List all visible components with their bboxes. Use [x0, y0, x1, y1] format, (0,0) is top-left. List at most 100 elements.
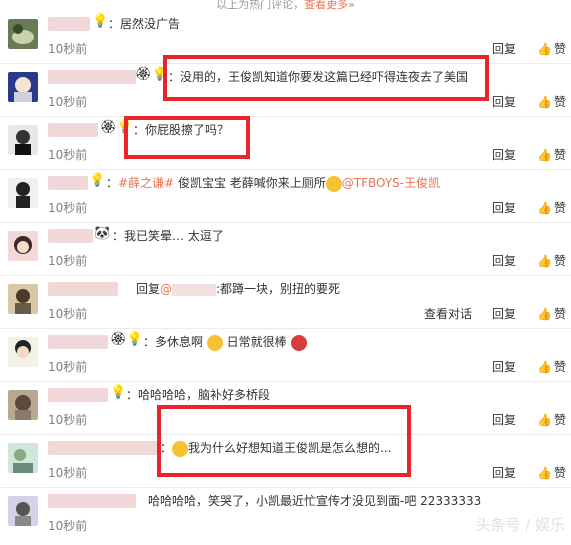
comment-body: ：多休息啊: [143, 335, 204, 349]
reply-button[interactable]: 回复: [492, 305, 516, 322]
like-label: 赞: [553, 413, 566, 427]
reply-button[interactable]: 回复: [492, 358, 516, 375]
like-label: 赞: [553, 254, 566, 268]
comment-text: ：多休息啊 日常就很棒: [143, 334, 307, 351]
like-button[interactable]: 👍 赞: [537, 358, 566, 375]
like-label: 赞: [553, 95, 566, 109]
comment-row: 💡 ：#薛之谦# 俊凯宝宝 老薛喊你来上厕所 @TFBOYS-王俊凯 10秒前 回…: [0, 169, 571, 223]
view-conversation-button[interactable]: 查看对话: [424, 305, 472, 322]
comment-body-2: 日常就很棒: [226, 335, 287, 349]
like-label: 赞: [553, 466, 566, 480]
username[interactable]: [48, 176, 88, 190]
rank-badge-icon: 🏵💡: [110, 332, 143, 347]
dog-emoji-icon: [290, 334, 307, 351]
like-label: 赞: [553, 360, 566, 374]
avatar[interactable]: [8, 337, 38, 367]
reply-button[interactable]: 回复: [492, 146, 516, 163]
highlight-box: [157, 405, 411, 477]
comment-text: ：居然没广告: [108, 17, 181, 31]
like-label: 赞: [553, 42, 566, 56]
thumbs-up-icon: 👍: [537, 42, 552, 56]
thumbs-up-icon: 👍: [537, 466, 552, 480]
comment-body: 俊凯宝宝 老薛喊你来上厕所: [174, 176, 326, 190]
timestamp: 10秒前: [48, 201, 88, 215]
username[interactable]: [48, 388, 108, 402]
avatar[interactable]: [8, 125, 38, 155]
timestamp: 10秒前: [48, 519, 88, 533]
like-button[interactable]: 👍 赞: [537, 40, 566, 57]
avatar[interactable]: [8, 284, 38, 314]
like-label: 赞: [553, 148, 566, 162]
username[interactable]: [48, 494, 136, 508]
avatar[interactable]: [8, 390, 38, 420]
comment-row: 回复@:都蹲一块，别扭的要死 10秒前 查看对话 回复 👍 赞: [0, 275, 571, 329]
comment-text: ：我已笑晕… 太逗了: [112, 229, 224, 243]
like-button[interactable]: 👍 赞: [537, 199, 566, 216]
reply-button[interactable]: 回复: [492, 252, 516, 269]
highlight-box: [124, 116, 250, 159]
username[interactable]: [48, 335, 108, 349]
lightbulb-icon: 💡: [92, 14, 109, 29]
redacted-username: [172, 283, 217, 296]
thumbs-up-icon: 👍: [537, 360, 552, 374]
username[interactable]: [48, 70, 136, 84]
avatar[interactable]: [8, 19, 38, 49]
highlight-box: [163, 55, 489, 101]
hashtag-link[interactable]: #薛之谦#: [118, 176, 174, 190]
like-button[interactable]: 👍 赞: [537, 464, 566, 481]
like-button[interactable]: 👍 赞: [537, 252, 566, 269]
like-button[interactable]: 👍 赞: [537, 411, 566, 428]
username[interactable]: [48, 17, 90, 31]
reply-button[interactable]: 回复: [492, 93, 516, 110]
timestamp: 10秒前: [48, 42, 88, 56]
comment-row: 🏵💡 ：多休息啊 日常就很棒 10秒前 回复 👍 赞: [0, 328, 571, 382]
timestamp: 10秒前: [48, 95, 88, 109]
avatar[interactable]: [8, 231, 38, 261]
rank-badge-icon: 🐼: [94, 226, 111, 241]
comment-text: 哈哈哈哈，笑哭了，小凯最近忙宣传才没见到面-吧 22333333: [148, 494, 482, 508]
thumbs-up-icon: 👍: [537, 254, 552, 268]
timestamp: 10秒前: [48, 413, 88, 427]
like-button[interactable]: 👍 赞: [537, 93, 566, 110]
thumbs-up-icon: 👍: [537, 307, 552, 321]
comment-body: :都蹲一块，别扭的要死: [216, 282, 341, 296]
thumbs-up-icon: 👍: [537, 95, 552, 109]
like-label: 赞: [553, 307, 566, 321]
timestamp: 10秒前: [48, 466, 88, 480]
timestamp: 10秒前: [48, 307, 88, 321]
username[interactable]: [48, 123, 98, 137]
thumbs-up-icon: 👍: [537, 148, 552, 162]
username[interactable]: [48, 282, 118, 296]
username[interactable]: [48, 229, 93, 243]
username[interactable]: [48, 441, 158, 455]
avatar[interactable]: [8, 72, 38, 102]
timestamp: 10秒前: [48, 148, 88, 162]
thumbs-up-icon: 👍: [537, 413, 552, 427]
comment-row: 🐼 ：我已笑晕… 太逗了 10秒前 回复 👍 赞: [0, 222, 571, 276]
reply-prefix: 回复: [136, 282, 161, 296]
avatar[interactable]: [8, 496, 38, 526]
like-button[interactable]: 👍 赞: [537, 146, 566, 163]
mention-link[interactable]: @TFBOYS-王俊凯: [342, 176, 440, 190]
timestamp: 10秒前: [48, 254, 88, 268]
like-button[interactable]: 👍 赞: [537, 305, 566, 322]
comment-row: 🏵💡 ：你屁股擦了吗？ 10秒前 回复 👍 赞: [0, 116, 571, 170]
mention-link[interactable]: @: [160, 282, 172, 296]
comment-text: 回复@ :都蹲一块，别扭的要死: [136, 281, 340, 297]
thumbs-up-icon: 👍: [537, 201, 552, 215]
reply-button[interactable]: 回复: [492, 40, 516, 57]
lightbulb-icon: 💡: [89, 173, 106, 188]
avatar[interactable]: [8, 178, 38, 208]
reply-button[interactable]: 回复: [492, 199, 516, 216]
reply-button[interactable]: 回复: [492, 411, 516, 428]
comment-text: ：哈哈哈哈，脑补好多桥段: [126, 388, 271, 402]
timestamp: 10秒前: [48, 360, 88, 374]
lightbulb-icon: 💡: [110, 385, 127, 400]
thinking-emoji-icon: [206, 334, 223, 351]
like-label: 赞: [553, 201, 566, 215]
avatar[interactable]: [8, 443, 38, 473]
reply-button[interactable]: 回复: [492, 464, 516, 481]
laughing-emoji-icon: [325, 175, 342, 192]
watermark: 头条号 / 娱乐: [475, 516, 565, 534]
hot-comments-header: 以上为热门评论，查看更多»: [0, 0, 571, 10]
